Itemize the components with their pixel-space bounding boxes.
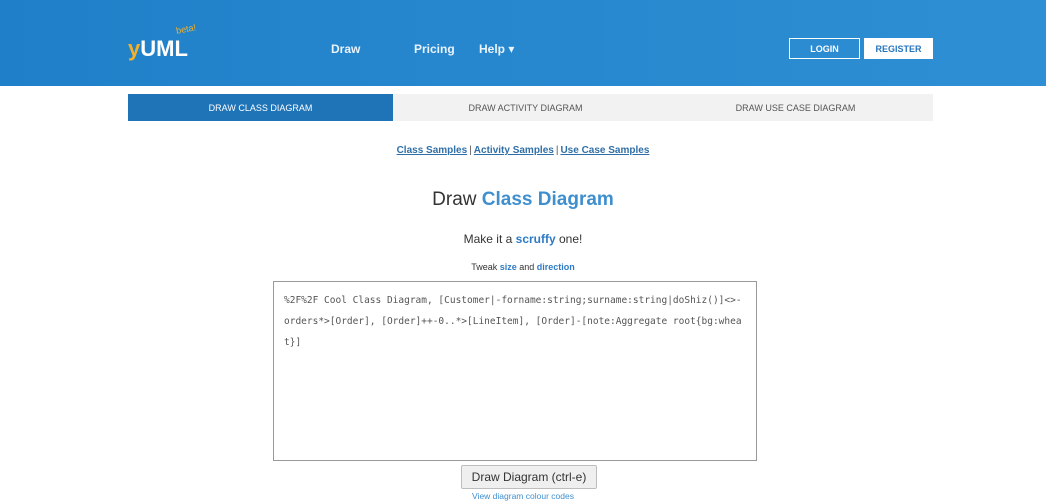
register-button[interactable]: REGISTER — [864, 38, 933, 59]
scruffy-line: Make it a scruffy one! — [463, 232, 583, 246]
top-header: yUML beta! Draw Pricing Help ▾ LOGIN REG… — [0, 0, 1046, 86]
page-title: Draw Class Diagram — [432, 189, 614, 210]
diagram-type-tabs: DRAW CLASS DIAGRAM DRAW ACTIVITY DIAGRAM… — [128, 94, 933, 121]
tab-draw-class-diagram[interactable]: DRAW CLASS DIAGRAM — [128, 94, 393, 121]
sample-links: Class Samples | Activity Samples | Use Case … — [0, 145, 1046, 156]
login-button[interactable]: LOGIN — [789, 38, 860, 59]
size-link[interactable]: size — [500, 262, 517, 272]
class-samples-link[interactable]: Class Samples — [397, 145, 468, 156]
tweak-line: Tweak size and direction — [471, 262, 575, 272]
yuml-logo[interactable]: yUML beta! — [128, 22, 197, 62]
nav-pricing[interactable]: Pricing — [414, 42, 455, 56]
tab-draw-activity-diagram[interactable]: DRAW ACTIVITY DIAGRAM — [393, 94, 658, 121]
use-case-samples-link[interactable]: Use Case Samples — [560, 145, 649, 156]
draw-diagram-button[interactable]: Draw Diagram (ctrl-e) — [461, 465, 597, 489]
view-colour-codes-link[interactable]: View diagram colour codes — [0, 491, 1046, 501]
separator: | — [469, 145, 472, 156]
scruffy-link[interactable]: scruffy — [516, 232, 556, 246]
nav-help-dropdown[interactable]: Help ▾ — [479, 42, 514, 56]
tab-draw-use-case-diagram[interactable]: DRAW USE CASE DIAGRAM — [658, 94, 933, 121]
direction-link[interactable]: direction — [537, 262, 575, 272]
nav-draw[interactable]: Draw — [331, 42, 360, 56]
diagram-source-textarea[interactable]: %2F%2F Cool Class Diagram, [Customer|-fo… — [273, 281, 757, 461]
beta-badge: beta! — [175, 22, 197, 36]
separator: | — [555, 145, 559, 156]
activity-samples-link[interactable]: Activity Samples — [474, 145, 554, 156]
